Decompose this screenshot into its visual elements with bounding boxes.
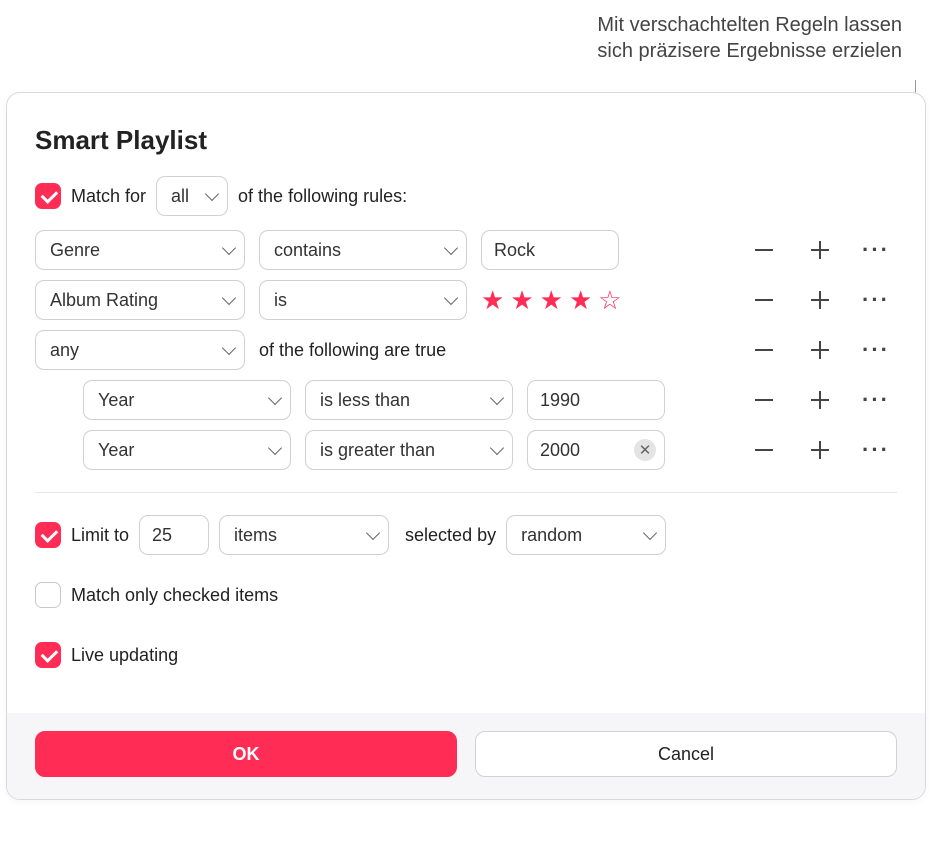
add-rule-button[interactable] [803,383,837,417]
remove-rule-button[interactable] [747,333,781,367]
chevron-down-icon [490,391,504,405]
match-checkbox[interactable] [35,183,61,209]
match-row: Match for all of the following rules: [35,176,897,216]
rule-attribute-select[interactable]: Year [83,430,291,470]
callout-line-2: sich präzisere Ergebnisse erzielen [597,38,902,64]
chevron-down-icon [490,441,504,455]
add-rule-button[interactable] [803,233,837,267]
star-icon [540,287,563,313]
rating-input[interactable] [481,287,622,313]
live-updating-checkbox[interactable] [35,642,61,668]
selected-by-select[interactable]: random [506,515,666,555]
rules-list: Genre contains Rock ··· [35,230,897,470]
more-options-button[interactable]: ··· [859,333,893,367]
match-suffix-label: of the following rules: [238,186,407,207]
ok-button[interactable]: OK [35,731,457,777]
match-checked-checkbox[interactable] [35,582,61,608]
match-prefix-label: Match for [71,186,146,207]
rule-operator-value: is greater than [320,440,435,461]
nested-rule-row: Year is less than 1990 ··· [35,380,897,420]
dialog-title: Smart Playlist [35,125,897,156]
smart-playlist-dialog: Smart Playlist Match for all of the foll… [6,92,926,800]
rule-group-header: any of the following are true ··· [35,330,897,370]
chevron-down-icon [268,391,282,405]
rule-attribute-select[interactable]: Album Rating [35,280,245,320]
rule-attribute-value: Album Rating [50,290,158,311]
rule-value-text: Rock [494,240,535,261]
match-checked-row: Match only checked items [35,575,897,615]
rule-operator-value: is less than [320,390,410,411]
rule-operator-select[interactable]: is less than [305,380,513,420]
section-divider [35,492,897,493]
chevron-down-icon [205,187,219,201]
group-suffix-label: of the following are true [259,340,446,361]
chevron-down-icon [444,241,458,255]
rule-value-input[interactable]: 2000 ✕ [527,430,665,470]
star-icon [598,287,621,313]
rule-operator-value: is [274,290,287,311]
match-quantifier-select[interactable]: all [156,176,228,216]
limit-label: Limit to [71,525,129,546]
chevron-down-icon [222,241,236,255]
chevron-down-icon [268,441,282,455]
remove-rule-button[interactable] [747,283,781,317]
limit-checkbox[interactable] [35,522,61,548]
match-checked-label: Match only checked items [71,585,278,606]
rule-value-text: 1990 [540,390,580,411]
group-quantifier-select[interactable]: any [35,330,245,370]
rule-value-text: 2000 [540,440,580,461]
rule-attribute-select[interactable]: Genre [35,230,245,270]
chevron-down-icon [444,291,458,305]
rule-operator-value: contains [274,240,341,261]
rule-row: Genre contains Rock ··· [35,230,897,270]
rule-operator-select[interactable]: contains [259,230,467,270]
options-section: Limit to 25 items selected by random Mat… [35,515,897,675]
rule-value-input[interactable]: Rock [481,230,619,270]
add-rule-button[interactable] [803,283,837,317]
cancel-button[interactable]: Cancel [475,731,897,777]
more-options-button[interactable]: ··· [859,383,893,417]
more-options-button[interactable]: ··· [859,233,893,267]
rule-attribute-select[interactable]: Year [83,380,291,420]
limit-count-value: 25 [152,525,172,546]
live-updating-label: Live updating [71,645,178,666]
selected-by-label: selected by [405,525,496,546]
chevron-down-icon [222,341,236,355]
rule-value-input[interactable]: 1990 [527,380,665,420]
rule-operator-select[interactable]: is greater than [305,430,513,470]
chevron-down-icon [366,526,380,540]
chevron-down-icon [643,526,657,540]
callout-line-1: Mit verschachtelten Regeln lassen [597,12,902,38]
rule-row: Album Rating is ··· [35,280,897,320]
match-quantifier-value: all [171,186,189,207]
callout-caption: Mit verschachtelten Regeln lassen sich p… [597,12,902,64]
clear-input-button[interactable]: ✕ [634,439,656,461]
live-updating-row: Live updating [35,635,897,675]
limit-row: Limit to 25 items selected by random [35,515,897,555]
star-icon [569,287,592,313]
remove-rule-button[interactable] [747,433,781,467]
nested-rule-row: Year is greater than 2000 ✕ ··· [35,430,897,470]
limit-unit-value: items [234,525,277,546]
chevron-down-icon [222,291,236,305]
star-icon [481,287,504,313]
rule-operator-select[interactable]: is [259,280,467,320]
add-rule-button[interactable] [803,433,837,467]
more-options-button[interactable]: ··· [859,433,893,467]
rule-attribute-value: Year [98,390,134,411]
dialog-footer: OK Cancel [7,713,925,799]
add-rule-button[interactable] [803,333,837,367]
rule-attribute-value: Year [98,440,134,461]
remove-rule-button[interactable] [747,383,781,417]
limit-unit-select[interactable]: items [219,515,389,555]
limit-count-input[interactable]: 25 [139,515,209,555]
group-quantifier-value: any [50,340,79,361]
selected-by-value: random [521,525,582,546]
more-options-button[interactable]: ··· [859,283,893,317]
remove-rule-button[interactable] [747,233,781,267]
rule-attribute-value: Genre [50,240,100,261]
star-icon [510,287,533,313]
